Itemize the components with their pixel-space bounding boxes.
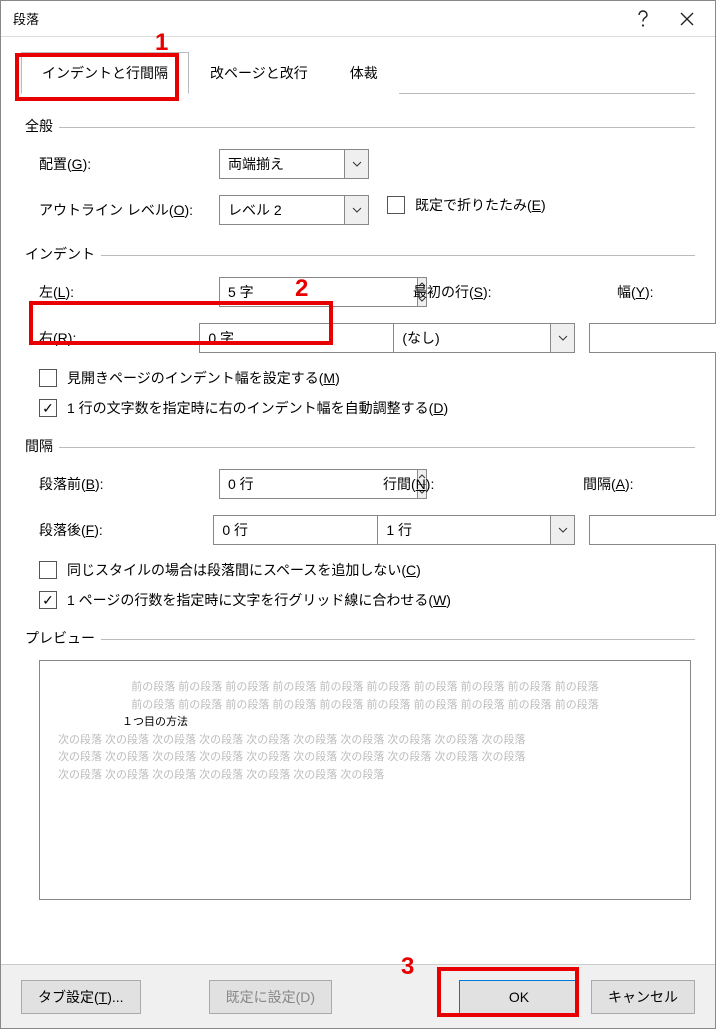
- autoadjust-label: 1 行の文字数を指定時に右のインデント幅を自動調整する(D): [67, 398, 448, 418]
- linespacing-select[interactable]: 1 行: [377, 515, 575, 545]
- snapgrid-checkbox[interactable]: [39, 591, 57, 609]
- tab-asian-layout[interactable]: 体裁: [329, 52, 399, 94]
- indent-left-input[interactable]: [219, 277, 418, 307]
- at-label: 間隔(A):: [583, 474, 653, 494]
- autoadjust-checkbox[interactable]: [39, 399, 57, 417]
- preview-ghost-next: 次の段落 次の段落 次の段落 次の段落 次の段落 次の段落 次の段落 次の段落 …: [58, 732, 672, 750]
- alignment-select[interactable]: 両端揃え: [219, 149, 369, 179]
- firstline-label: 最初の行(S):: [413, 282, 603, 302]
- snapgrid-label: 1 ページの行数を指定時に文字を行グリッド線に合わせる(W): [67, 590, 451, 610]
- preview-ghost-prev: 前の段落 前の段落 前の段落 前の段落 前の段落 前の段落 前の段落 前の段落 …: [58, 679, 672, 697]
- close-button[interactable]: [665, 4, 709, 34]
- indent-right-spinner[interactable]: [199, 323, 299, 353]
- outline-label: アウトライン レベル(O):: [39, 200, 219, 220]
- mirror-indent-label: 見開きページのインデント幅を設定する(M): [67, 368, 340, 388]
- at-spinner[interactable]: [589, 515, 691, 545]
- chevron-down-icon: [551, 323, 575, 353]
- help-button[interactable]: [621, 4, 665, 34]
- group-general: 全般 配置(G): 両端揃え アウトライン レベル(O): レベル 2 既定で折…: [21, 116, 695, 226]
- by-label: 幅(Y):: [617, 282, 687, 302]
- group-indent: インデント 左(L): 最初の行(S): 幅(Y): 右(R):: [21, 244, 695, 418]
- preview-primary-text: １つ目の方法: [122, 714, 672, 732]
- alignment-label: 配置(G):: [39, 154, 219, 174]
- indent-left-label: 左(L):: [39, 282, 219, 302]
- tabs-button[interactable]: タブ設定(T)...: [21, 980, 141, 1014]
- group-general-heading: 全般: [21, 116, 695, 136]
- space-before-label: 段落前(B):: [39, 474, 219, 494]
- by-spinner[interactable]: [589, 323, 691, 353]
- chevron-down-icon: [345, 149, 369, 179]
- set-default-button[interactable]: 既定に設定(D): [209, 980, 332, 1014]
- collapse-label: 既定で折りたたみ(E): [415, 195, 546, 215]
- tab-page-breaks[interactable]: 改ページと改行: [189, 52, 329, 94]
- space-after-spinner[interactable]: [213, 515, 313, 545]
- nospace-checkbox[interactable]: [39, 561, 57, 579]
- space-before-spinner[interactable]: [219, 469, 319, 499]
- collapse-checkbox-row: 既定で折りたたみ(E): [387, 195, 546, 215]
- firstline-value: (なし): [393, 323, 551, 353]
- dialog-footer: タブ設定(T)... 既定に設定(D) OK キャンセル: [1, 964, 715, 1028]
- by-input[interactable]: [589, 323, 716, 353]
- outline-select[interactable]: レベル 2: [219, 195, 369, 225]
- preview-box: 前の段落 前の段落 前の段落 前の段落 前の段落 前の段落 前の段落 前の段落 …: [39, 660, 691, 900]
- preview-ghost-next3: 次の段落 次の段落 次の段落 次の段落 次の段落 次の段落 次の段落: [58, 767, 672, 785]
- indent-left-spinner[interactable]: [219, 277, 319, 307]
- tab-indent-spacing[interactable]: インデントと行間隔: [21, 52, 189, 94]
- mirror-indent-checkbox[interactable]: [39, 369, 57, 387]
- linespacing-value: 1 行: [377, 515, 551, 545]
- group-spacing: 間隔 段落前(B): 行間(N): 間隔(A): 段落後(F):: [21, 436, 695, 610]
- outline-value: レベル 2: [219, 195, 345, 225]
- collapse-checkbox[interactable]: [387, 196, 405, 214]
- ok-button[interactable]: OK: [459, 980, 579, 1014]
- alignment-value: 両端揃え: [219, 149, 345, 179]
- nospace-label: 同じスタイルの場合は段落間にスペースを追加しない(C): [67, 560, 421, 580]
- cancel-button[interactable]: キャンセル: [591, 980, 695, 1014]
- dialog-content: インデントと行間隔 改ページと改行 体裁 全般 配置(G): 両端揃え アウトラ…: [1, 37, 715, 900]
- preview-ghost-next2: 次の段落 次の段落 次の段落 次の段落 次の段落 次の段落 次の段落 次の段落 …: [58, 749, 672, 767]
- group-preview: プレビュー 前の段落 前の段落 前の段落 前の段落 前の段落 前の段落 前の段落…: [21, 628, 695, 900]
- tab-bar: インデントと行間隔 改ページと改行 体裁: [21, 51, 695, 94]
- indent-right-label: 右(R):: [39, 328, 199, 348]
- group-spacing-heading: 間隔: [21, 436, 695, 456]
- titlebar: 段落: [1, 1, 715, 37]
- window-title: 段落: [13, 9, 621, 28]
- group-indent-heading: インデント: [21, 244, 695, 264]
- group-preview-heading: プレビュー: [21, 628, 695, 648]
- indent-right-input[interactable]: [199, 323, 398, 353]
- at-input[interactable]: [589, 515, 716, 545]
- chevron-down-icon: [551, 515, 575, 545]
- linespacing-label: 行間(N):: [383, 474, 573, 494]
- preview-ghost-prev2: 前の段落 前の段落 前の段落 前の段落 前の段落 前の段落 前の段落 前の段落 …: [58, 697, 672, 715]
- chevron-down-icon: [345, 195, 369, 225]
- space-after-label: 段落後(F):: [39, 520, 213, 540]
- firstline-select[interactable]: (なし): [393, 323, 575, 353]
